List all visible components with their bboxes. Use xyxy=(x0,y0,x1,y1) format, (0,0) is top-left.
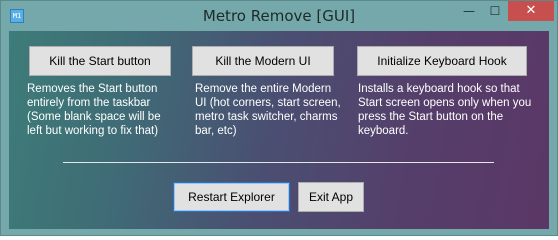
kill-modern-ui-button[interactable]: Kill the Modern UI xyxy=(192,46,334,76)
kill-start-description: Removes the Start button entirely from t… xyxy=(27,83,161,137)
minimize-button[interactable]: — xyxy=(456,1,482,21)
keyboard-hook-description: Installs a keyboard hook so that Start s… xyxy=(358,83,532,137)
app-window: M1 Metro Remove [GUI] — ☐ ✕ Kill the Sta… xyxy=(0,0,558,236)
exit-app-button[interactable]: Exit App xyxy=(298,182,364,212)
client-area: Kill the Start button Kill the Modern UI… xyxy=(9,31,549,229)
maximize-button[interactable]: ☐ xyxy=(482,1,508,21)
divider xyxy=(63,162,494,163)
close-button[interactable]: ✕ xyxy=(508,1,554,21)
kill-start-button[interactable]: Kill the Start button xyxy=(29,46,171,76)
kill-modern-ui-description: Remove the entire Modern UI (hot corners… xyxy=(195,83,341,137)
keyboard-hook-button[interactable]: Initialize Keyboard Hook xyxy=(357,46,527,76)
restart-explorer-button[interactable]: Restart Explorer xyxy=(173,182,290,212)
title-bar[interactable]: M1 Metro Remove [GUI] — ☐ ✕ xyxy=(1,1,557,31)
